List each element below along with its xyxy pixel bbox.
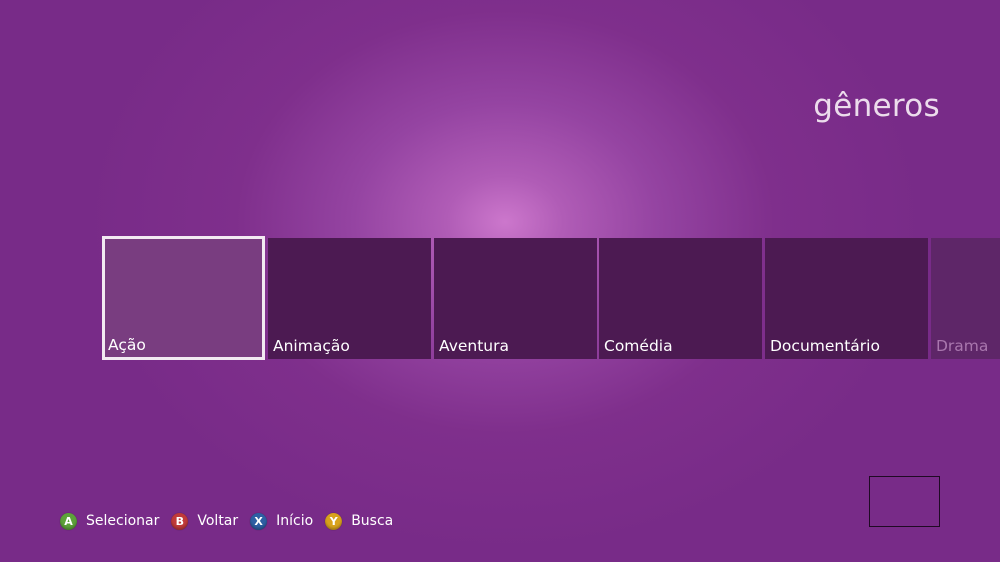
genre-tile-documentario[interactable]: Documentário — [765, 238, 928, 359]
legend-item-select[interactable]: A Selecionar — [60, 512, 160, 530]
genre-tile-acao[interactable]: Ação — [102, 236, 265, 360]
legend-item-back[interactable]: B Voltar — [171, 512, 239, 530]
genre-tile-label: Aventura — [439, 337, 509, 355]
genre-tile-label: Ação — [108, 336, 146, 354]
genre-tile-drama[interactable]: Drama — [931, 238, 1000, 359]
genre-tile-label: Comédia — [604, 337, 673, 355]
genre-tile-label: Animação — [273, 337, 350, 355]
y-button-icon: Y — [325, 512, 343, 530]
controller-button-legend: A Selecionar B Voltar X Início Y Busca — [60, 511, 405, 531]
genre-tile-label: Documentário — [770, 337, 880, 355]
genre-tile-animacao[interactable]: Animação — [268, 238, 431, 359]
preview-box — [869, 476, 940, 527]
b-button-icon: B — [171, 512, 189, 530]
genre-tile-row: Ação Animação Aventura Comédia Documentá… — [102, 236, 1000, 360]
x-button-icon: X — [250, 512, 268, 530]
legend-item-search[interactable]: Y Busca — [325, 512, 394, 530]
genre-tile-aventura[interactable]: Aventura — [434, 238, 597, 359]
page-title: gêneros — [813, 88, 940, 124]
legend-label: Selecionar — [86, 513, 160, 529]
legend-label: Início — [276, 513, 314, 529]
genre-tile-label: Drama — [936, 337, 989, 355]
legend-item-home[interactable]: X Início — [250, 512, 314, 530]
legend-label: Busca — [351, 513, 394, 529]
legend-label: Voltar — [197, 513, 239, 529]
genre-tile-comedia[interactable]: Comédia — [599, 238, 762, 359]
a-button-icon: A — [60, 512, 77, 530]
